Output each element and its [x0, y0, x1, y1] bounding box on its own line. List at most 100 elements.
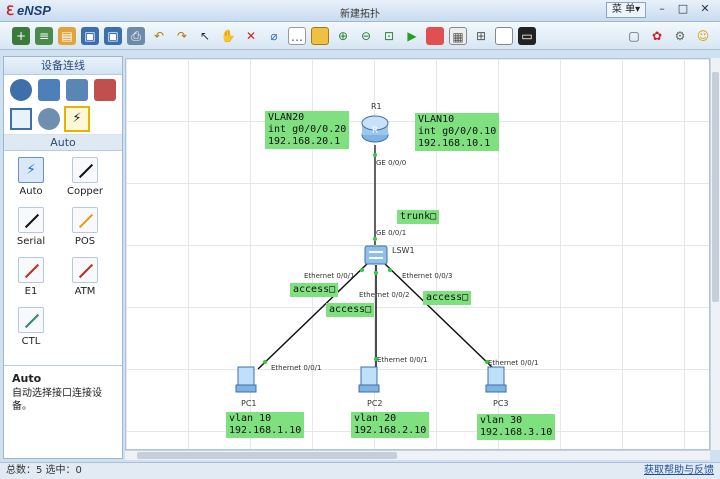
panel-header: 设备连线 [4, 57, 122, 75]
delete-link-icon[interactable]: ⌀ [265, 27, 283, 45]
text-label-pc2[interactable]: vlan 20 192.168.2.10 [351, 412, 430, 438]
router-icon[interactable]: R [360, 113, 390, 145]
cable-e1[interactable]: E1 [6, 257, 56, 297]
text-label-trunk[interactable]: trunk□ [397, 210, 440, 224]
cable-label: Serial [16, 236, 46, 247]
port-indicator [373, 153, 377, 157]
description-title: Auto [12, 372, 42, 385]
text-label-access-2[interactable]: access□ [326, 303, 375, 317]
horizontal-scrollbar[interactable] [125, 450, 710, 460]
port-indicator [388, 268, 392, 272]
switch-icon[interactable] [38, 79, 60, 101]
redo-icon[interactable]: ↷ [173, 27, 191, 45]
device-name-pc3: PC3 [493, 399, 509, 408]
text-label-vlan20[interactable]: VLAN20 int g0/0/0.20 192.168.20.1 [265, 111, 350, 149]
wireless-icon[interactable] [66, 79, 88, 101]
cable-copper[interactable]: Copper [60, 157, 110, 197]
port-label: GE 0/0/0 [376, 159, 407, 167]
e1-cable-icon [24, 263, 40, 279]
cable-label: CTL [21, 336, 41, 347]
device-name-r1: R1 [371, 102, 382, 111]
cable-pos[interactable]: POS [60, 207, 110, 247]
topo-icon[interactable] [495, 27, 513, 45]
close-button[interactable]: ✕ [695, 2, 715, 18]
switch-icon[interactable] [361, 242, 391, 268]
port-indicator [263, 360, 267, 364]
zoom-in-icon[interactable]: ⊕ [334, 27, 352, 45]
text-icon[interactable]: … [288, 27, 306, 45]
cloud-icon[interactable] [38, 108, 60, 130]
cable-description: Auto 自动选择接口连接设备。 [4, 365, 122, 458]
title-bar: ℇeNSP 新建拓扑 菜 单▾ – □ ✕ [0, 0, 720, 22]
firewall-icon[interactable] [94, 79, 116, 101]
select-icon[interactable]: ↖ [196, 27, 214, 45]
capture-icon[interactable]: ▦ [449, 27, 467, 45]
vertical-scrollbar[interactable] [710, 58, 720, 450]
cable-label: Copper [66, 186, 104, 197]
text-label-vlan10[interactable]: VLAN10 int g0/0/0.10 192.168.10.1 [415, 113, 500, 151]
new-exam-icon[interactable]: ≡ [35, 27, 53, 45]
pos-cable-icon [78, 213, 94, 229]
cable-auto[interactable]: ⚡ Auto [6, 157, 56, 197]
zoom-out-icon[interactable]: ⊖ [357, 27, 375, 45]
pan-icon[interactable]: ✋ [219, 27, 237, 45]
copper-cable-icon [78, 163, 94, 179]
text-label-pc1[interactable]: vlan 10 192.168.1.10 [226, 412, 305, 438]
vertical-scroll-thumb[interactable] [712, 72, 719, 302]
menu-button[interactable]: 菜 单▾ [606, 2, 646, 18]
pc-icon[interactable] [355, 365, 383, 395]
delete-icon[interactable]: ✕ [242, 27, 260, 45]
text-label-access-1[interactable]: access□ [290, 283, 339, 297]
router-icon[interactable] [10, 79, 32, 101]
port-label: Ethernet 0/0/1 [271, 364, 322, 372]
rectangle-icon[interactable] [311, 27, 329, 45]
ctl-cable-icon [24, 313, 40, 329]
device-panel: 设备连线 ⚡ Auto ⚡ Auto Copper Serial POS E1 … [3, 56, 123, 459]
save-icon[interactable]: ▣ [81, 27, 99, 45]
cable-serial[interactable]: Serial [6, 207, 56, 247]
port-indicator [374, 271, 378, 275]
save-as-icon[interactable]: ▣ [104, 27, 122, 45]
settings-icon[interactable]: ⚙ [671, 27, 689, 45]
atm-cable-icon [78, 263, 94, 279]
pc-icon[interactable] [232, 365, 260, 395]
horizontal-scroll-thumb[interactable] [137, 452, 397, 459]
fit-icon[interactable]: ⊡ [380, 27, 398, 45]
grid-icon[interactable]: ⊞ [472, 27, 490, 45]
help-feedback-link[interactable]: 获取帮助与反馈 [644, 463, 714, 479]
port-indicator [373, 237, 377, 241]
text-label-access-3[interactable]: access□ [423, 291, 472, 305]
stop-icon[interactable] [426, 27, 444, 45]
start-icon[interactable]: ▶ [403, 27, 421, 45]
minimize-button[interactable]: – [652, 2, 672, 18]
pc-icon[interactable] [10, 108, 32, 130]
cable-atm[interactable]: ATM [60, 257, 110, 297]
cable-ctl[interactable]: CTL [6, 307, 56, 347]
pc-icon[interactable] [482, 365, 510, 395]
status-count: 总数：5 选中：0 [6, 465, 82, 476]
open-icon[interactable]: ▤ [58, 27, 76, 45]
cable-label: ATM [74, 286, 96, 297]
device-name-pc1: PC1 [241, 399, 257, 408]
port-indicator [360, 268, 364, 272]
print-icon[interactable]: ⎙ [127, 27, 145, 45]
cable-label: Auto [19, 186, 43, 197]
port-label: Ethernet 0/0/2 [359, 291, 410, 299]
new-topology-icon[interactable]: + [12, 27, 30, 45]
port-label: GE 0/0/1 [376, 229, 407, 237]
serial-cable-icon [24, 213, 40, 229]
maximize-button[interactable]: □ [673, 2, 693, 18]
help-icon[interactable]: ☺ [694, 27, 712, 45]
port-label: Ethernet 0/0/1 [304, 272, 355, 280]
port-label: Ethernet 0/0/1 [377, 356, 428, 364]
port-label: Ethernet 0/0/3 [402, 272, 453, 280]
undo-icon[interactable]: ↶ [150, 27, 168, 45]
huawei-icon[interactable]: ✿ [648, 27, 666, 45]
text-label-pc3[interactable]: vlan 30 192.168.3.10 [477, 414, 556, 440]
topology-canvas[interactable]: R1 R LSW1 PC1 PC2 PC3 GE 0/0/0 GE 0/0/1 … [125, 58, 710, 450]
description-text: 自动选择接口连接设备。 [12, 388, 102, 412]
cable-section-header: Auto [4, 135, 122, 151]
chat-icon[interactable]: ▢ [625, 27, 643, 45]
screenshot-icon[interactable]: ▭ [518, 27, 536, 45]
connection-icon[interactable]: ⚡ [64, 106, 90, 132]
